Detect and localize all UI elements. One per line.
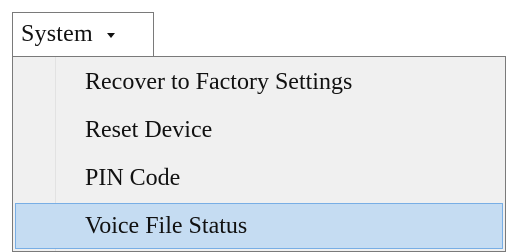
dropdown-arrow-icon — [106, 33, 115, 38]
menu-item-pin-code[interactable]: PIN Code — [15, 155, 503, 201]
menu-item-recover-factory-settings[interactable]: Recover to Factory Settings — [15, 59, 503, 105]
system-dropdown-menu: Recover to Factory Settings Reset Device… — [12, 56, 506, 252]
menu-item-label: PIN Code — [85, 164, 181, 191]
system-menu-button[interactable]: System — [12, 12, 154, 56]
screenshot-canvas: System Recover to Factory Settings Reset… — [0, 0, 511, 252]
menu-item-voice-file-status[interactable]: Voice File Status — [15, 203, 503, 249]
menu-item-reset-device[interactable]: Reset Device — [15, 107, 503, 153]
menu-item-label: Voice File Status — [85, 212, 248, 239]
system-menu-label: System — [21, 21, 93, 47]
menu-item-label: Recover to Factory Settings — [85, 68, 353, 95]
menu-item-label: Reset Device — [85, 116, 213, 143]
